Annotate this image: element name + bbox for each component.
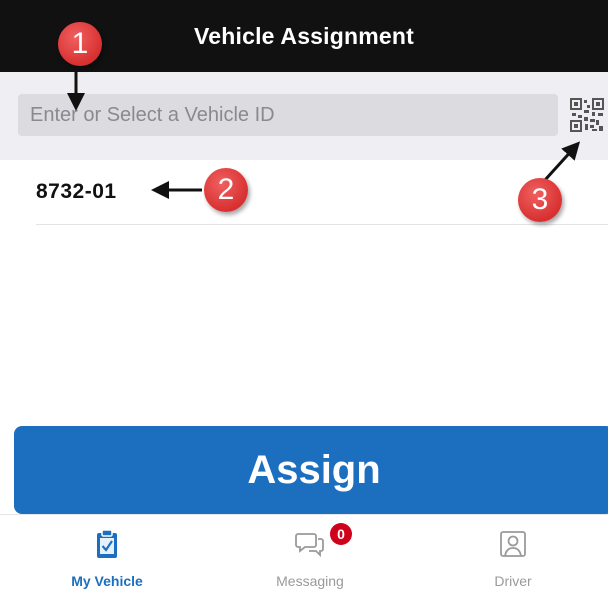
qr-code-icon[interactable] [570, 98, 604, 132]
vehicle-id-search-input[interactable]: Enter or Select a Vehicle ID [18, 94, 558, 136]
unread-count-badge: 0 [330, 523, 352, 545]
tab-my-vehicle[interactable]: My Vehicle [17, 515, 197, 592]
assign-button-label: Assign [247, 447, 381, 492]
chat-bubbles-icon [295, 533, 324, 558]
vehicle-assignment-screen: Vehicle Assignment Enter or Select a Veh… [0, 0, 608, 592]
tab-label: Driver [494, 573, 532, 589]
tab-label: Messaging [276, 573, 344, 589]
annotation-callout-2: 2 [204, 168, 248, 212]
tab-messaging[interactable]: 0 Messaging [220, 515, 400, 592]
tab-label: My Vehicle [71, 573, 143, 589]
search-placeholder: Enter or Select a Vehicle ID [30, 103, 275, 126]
vehicle-id-label: 8732-01 [36, 180, 117, 203]
clipboard-check-icon [97, 529, 117, 558]
tab-driver[interactable]: Driver [423, 515, 603, 592]
assign-button[interactable]: Assign [14, 426, 608, 514]
tab-bar: My Vehicle 0 Messaging Driver [0, 514, 608, 592]
annotation-callout-3: 3 [518, 178, 562, 222]
person-icon [500, 531, 526, 557]
search-bar: Enter or Select a Vehicle ID [0, 72, 608, 160]
annotation-callout-1: 1 [58, 22, 102, 66]
